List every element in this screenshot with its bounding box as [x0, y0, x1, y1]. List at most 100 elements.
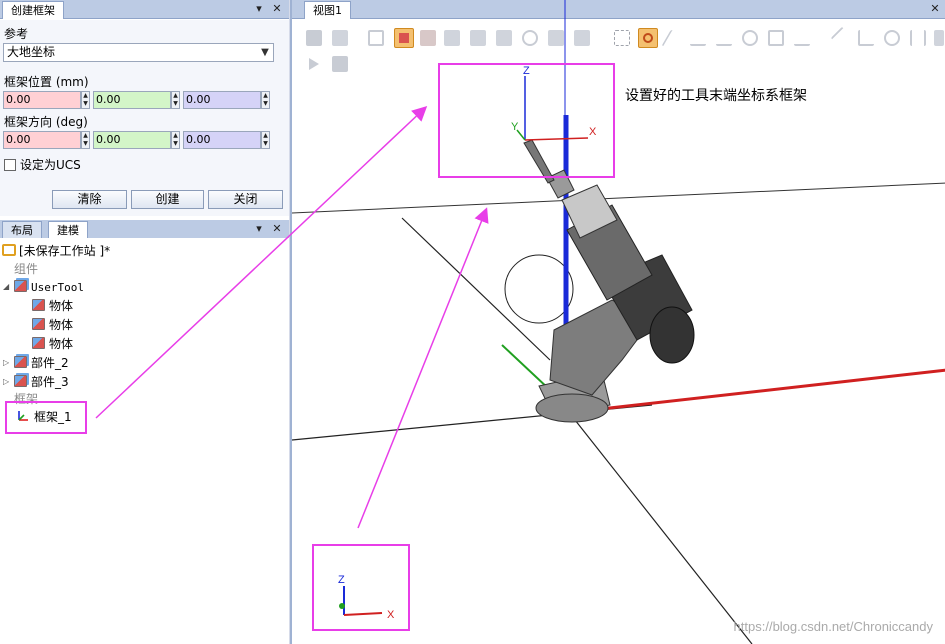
select-part-icon[interactable] — [444, 30, 460, 46]
create-button[interactable]: 创建 — [131, 190, 204, 209]
world-x-axis — [591, 368, 945, 412]
annotation-text: 设置好的工具末端坐标系框架 — [625, 88, 807, 104]
orientation-x-field[interactable]: 0.00 — [3, 131, 81, 149]
snap-object-glyph — [643, 33, 653, 43]
snap-center-icon[interactable] — [742, 30, 758, 46]
reference-value: 大地坐标 — [7, 45, 56, 59]
tab-view1[interactable]: 视图1 — [304, 1, 351, 19]
body-icon — [32, 299, 45, 311]
watermark: https://blog.csdn.net/Chroniccandy — [733, 619, 933, 634]
close-icon[interactable]: ✕ — [270, 2, 284, 16]
zoom-fit-icon[interactable] — [332, 30, 348, 46]
measure-point-icon[interactable] — [934, 30, 944, 46]
tab-layout[interactable]: 布局 — [2, 221, 42, 239]
station-icon — [2, 244, 16, 256]
measure-min-distance-icon[interactable] — [910, 30, 926, 46]
part3-label: 部件_3 — [31, 375, 69, 389]
part-icon — [14, 356, 27, 368]
floor-edge-left — [401, 217, 551, 361]
close-icon[interactable]: ✕ — [270, 222, 284, 236]
body-label: 物体 — [49, 299, 74, 313]
create-frame-form: 参考 大地坐标 ▼ 框架位置 (mm) 0.00 ▲ ▼ 0.00 ▲ ▼ 0.00… — [0, 20, 289, 216]
position-y-field[interactable]: 0.00 — [93, 91, 171, 109]
orientation-x-stepper[interactable]: ▲ ▼ — [81, 131, 90, 149]
select-group-icon[interactable] — [470, 30, 486, 46]
measure-angle-icon[interactable] — [858, 30, 874, 46]
browser-header: 布局 建模 ▾ ✕ — [0, 220, 289, 239]
frame1-label: 框架_1 — [34, 410, 72, 424]
orientation-y-stepper[interactable]: ▲ ▼ — [171, 131, 180, 149]
collapsed-icon[interactable]: ▷ — [3, 354, 9, 372]
modeling-tree: [未保存工作站 ]* 组件 ◢ UserTool 物体 物体 物体 ▷ 部件_2… — [0, 238, 289, 644]
tcp-y-axis — [516, 129, 526, 141]
select-target-icon[interactable] — [522, 30, 538, 46]
position-x-stepper[interactable]: ▲ ▼ — [81, 91, 90, 109]
view-panel: 视图1 ✕ Z X Y Z X 设置好的工具末端坐标系框架 https://bl… — [290, 0, 945, 644]
tree-frame-1[interactable]: 框架_1 — [16, 408, 72, 426]
body-icon — [32, 318, 45, 330]
pin-dropdown-icon[interactable]: ▾ — [252, 2, 266, 16]
close-icon[interactable]: ✕ — [928, 2, 942, 16]
clear-button[interactable]: 清除 — [52, 190, 127, 209]
tree-group-frames: 框架 — [14, 392, 39, 406]
position-z-field[interactable]: 0.00 — [183, 91, 261, 109]
position-y-stepper[interactable]: ▲ ▼ — [171, 91, 180, 109]
usertool-label: UserTool — [31, 281, 84, 294]
select-surface-icon[interactable] — [420, 30, 436, 46]
tree-part-3[interactable]: 部件_3 — [14, 373, 69, 391]
snap-midpoint-icon[interactable] — [690, 30, 706, 46]
position-x-field[interactable]: 0.00 — [3, 91, 81, 109]
pin-dropdown-icon[interactable]: ▾ — [252, 222, 266, 236]
tab-modeling[interactable]: 建模 — [48, 221, 88, 239]
assembly-icon — [14, 280, 27, 292]
create-frame-header: 创建框架 ▾ ✕ — [0, 0, 289, 19]
stop-icon[interactable] — [332, 56, 348, 72]
tree-station[interactable]: [未保存工作站 ]* — [2, 242, 110, 260]
tree-body-3[interactable]: 物体 — [32, 335, 73, 353]
play-glyph — [309, 58, 319, 70]
snap-grid-point-icon[interactable] — [794, 30, 810, 46]
tcp-z-label: Z — [523, 65, 530, 77]
snap-object-icon[interactable] — [638, 28, 658, 48]
snap-edge-icon[interactable] — [661, 30, 687, 46]
tcp-x-axis — [524, 137, 589, 141]
orientation-y-field[interactable]: 0.00 — [93, 131, 171, 149]
snap-end-icon[interactable] — [716, 30, 732, 46]
tcp-y-label: Y — [511, 121, 519, 133]
create-frame-tab[interactable]: 创建框架 — [2, 1, 64, 19]
triad-x-label: X — [387, 609, 395, 621]
view-all-icon[interactable] — [306, 30, 322, 46]
snap-local-origin-icon[interactable] — [768, 30, 784, 46]
tree-usertool[interactable]: UserTool — [14, 278, 84, 296]
expanded-icon[interactable]: ◢ — [3, 278, 9, 296]
triad-z-label: Z — [338, 574, 345, 586]
snap-grid-icon[interactable] — [614, 30, 630, 46]
orientation-z-stepper[interactable]: ▲ ▼ — [261, 131, 270, 149]
measure-diameter-icon[interactable] — [884, 30, 900, 46]
triad-y-axis — [339, 603, 345, 609]
body-cube-icon — [399, 33, 409, 43]
station-label: [未保存工作站 ]* — [19, 244, 111, 258]
measure-distance-icon[interactable] — [830, 26, 854, 50]
left-panel: 创建框架 ▾ ✕ 参考 大地坐标 ▼ 框架位置 (mm) 0.00 ▲ ▼ 0.0… — [0, 0, 289, 644]
set-ucs-checkbox[interactable] — [4, 159, 16, 171]
position-z-stepper[interactable]: ▲ ▼ — [261, 91, 270, 109]
body-label: 物体 — [49, 337, 74, 351]
tree-body-1[interactable]: 物体 — [32, 297, 73, 315]
select-path-icon[interactable] — [548, 30, 564, 46]
chevron-down-icon: ▼ — [261, 47, 269, 58]
tree-part-2[interactable]: 部件_2 — [14, 354, 69, 372]
play-icon[interactable] — [306, 56, 322, 72]
close-button[interactable]: 关闭 — [208, 190, 283, 209]
position-label: 框架位置 (mm) — [4, 75, 89, 89]
select-mechanism-icon[interactable] — [496, 30, 512, 46]
select-frame-icon[interactable] — [574, 30, 590, 46]
orientation-z-field[interactable]: 0.00 — [183, 131, 261, 149]
reference-select[interactable]: 大地坐标 ▼ — [3, 43, 274, 62]
collapsed-icon[interactable]: ▷ — [3, 373, 9, 391]
select-body-icon[interactable] — [394, 28, 414, 48]
tree-body-2[interactable]: 物体 — [32, 316, 73, 334]
select-curve-icon[interactable] — [368, 30, 384, 46]
floor-edge-front — [292, 404, 653, 441]
set-ucs-label: 设定为UCS — [20, 158, 81, 172]
